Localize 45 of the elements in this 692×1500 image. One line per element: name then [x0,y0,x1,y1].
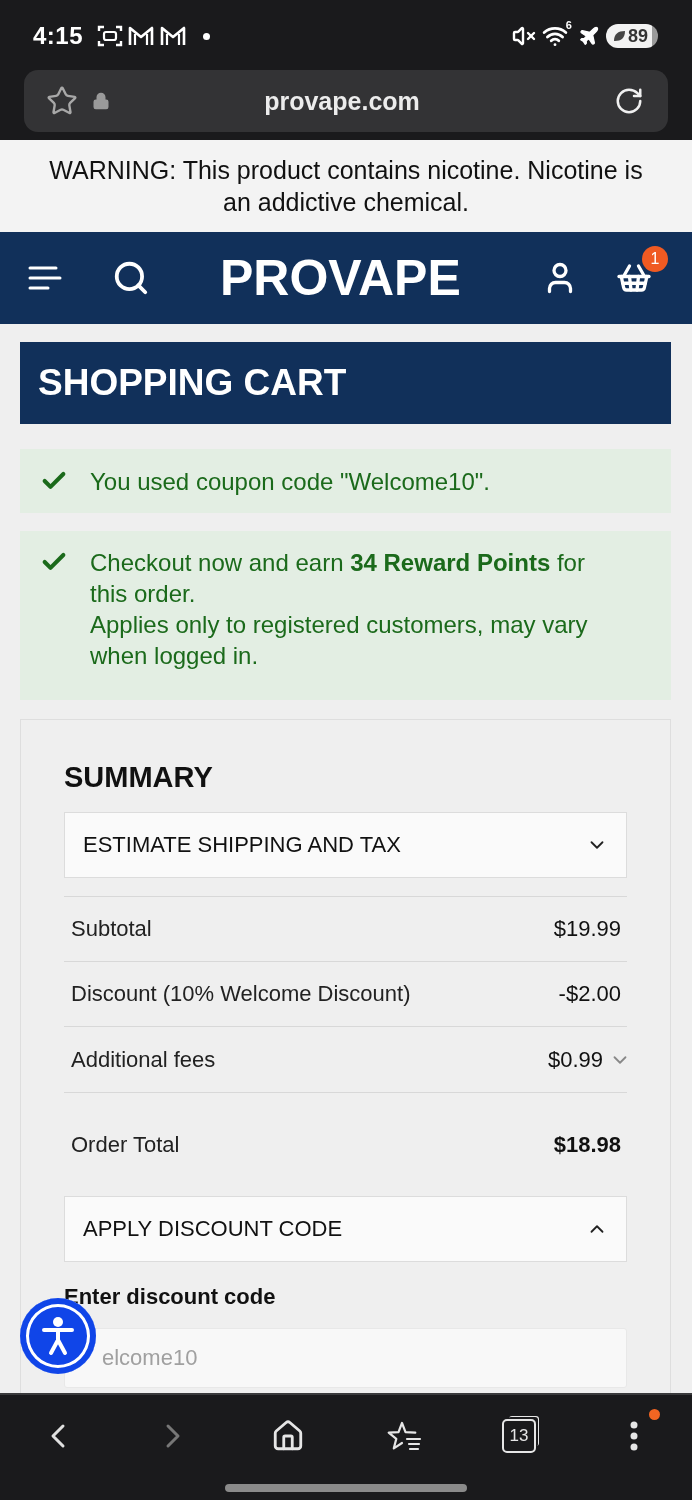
reload-icon[interactable] [614,86,644,116]
summary-label: Subtotal [71,916,152,942]
search-icon [112,259,150,297]
bookmarks-button[interactable] [385,1420,422,1452]
message-text: Checkout now and earn 34 Reward Points for this order. [90,548,586,609]
star-icon[interactable] [46,85,78,117]
discount-code-field[interactable]: elcome10 [64,1328,627,1388]
lock-icon [92,92,110,110]
screenshot-icon [97,24,124,48]
summary-label: Discount (10% Welcome Discount) [71,981,411,1007]
url-text[interactable]: provape.com [124,86,600,116]
summary-amount: $19.99 [553,916,621,942]
page-title: SHOPPING CART [20,342,671,424]
mail-icon [159,25,188,47]
star-list-icon [385,1420,422,1452]
notification-dot-icon [649,1409,661,1420]
summary-amount: -$2.00 [558,981,621,1007]
more-icon [630,1421,639,1451]
summary-title: SUMMARY [64,760,214,794]
speaker-muted-icon [511,24,536,48]
menu-button[interactable] [28,264,62,292]
mail-icon [127,25,156,47]
battery-percent: 89 [627,25,648,47]
summary-label: Additional fees [71,1046,216,1073]
airplane-icon [577,25,600,47]
order-total-label: Order Total [71,1131,180,1158]
nicotine-warning: WARNING: This product contains nicotine. Nicotine is an addictive chemical. [48,155,644,218]
address-bar[interactable]: provape.com [24,70,668,132]
notification-dot-icon [203,32,211,40]
leaf-icon [611,29,626,43]
fees-toggle[interactable]: $0.99 [547,1046,631,1073]
order-total-amount: $18.98 [553,1131,621,1158]
more-button[interactable] [630,1421,639,1451]
search-button[interactable] [112,259,150,297]
provape-logo[interactable]: PROVAPE [220,253,461,303]
wifi-generation-label: 6 [565,19,572,31]
person-icon [41,1316,75,1356]
cart-count-badge: 1 [642,246,668,272]
message-text: Applies only to registered customers, may vary when logged in. [90,610,589,671]
menu-icon [28,266,62,290]
discount-code-toggle[interactable]: APPLY DISCOUNT CODE [64,1196,627,1262]
message-text: You used coupon code "Welcome10". [90,467,490,497]
estimate-shipping-toggle[interactable]: ESTIMATE SHIPPING AND TAX [64,812,627,878]
clock-time: 4:15 [33,22,84,50]
tabs-button[interactable]: 13 [502,1419,536,1453]
